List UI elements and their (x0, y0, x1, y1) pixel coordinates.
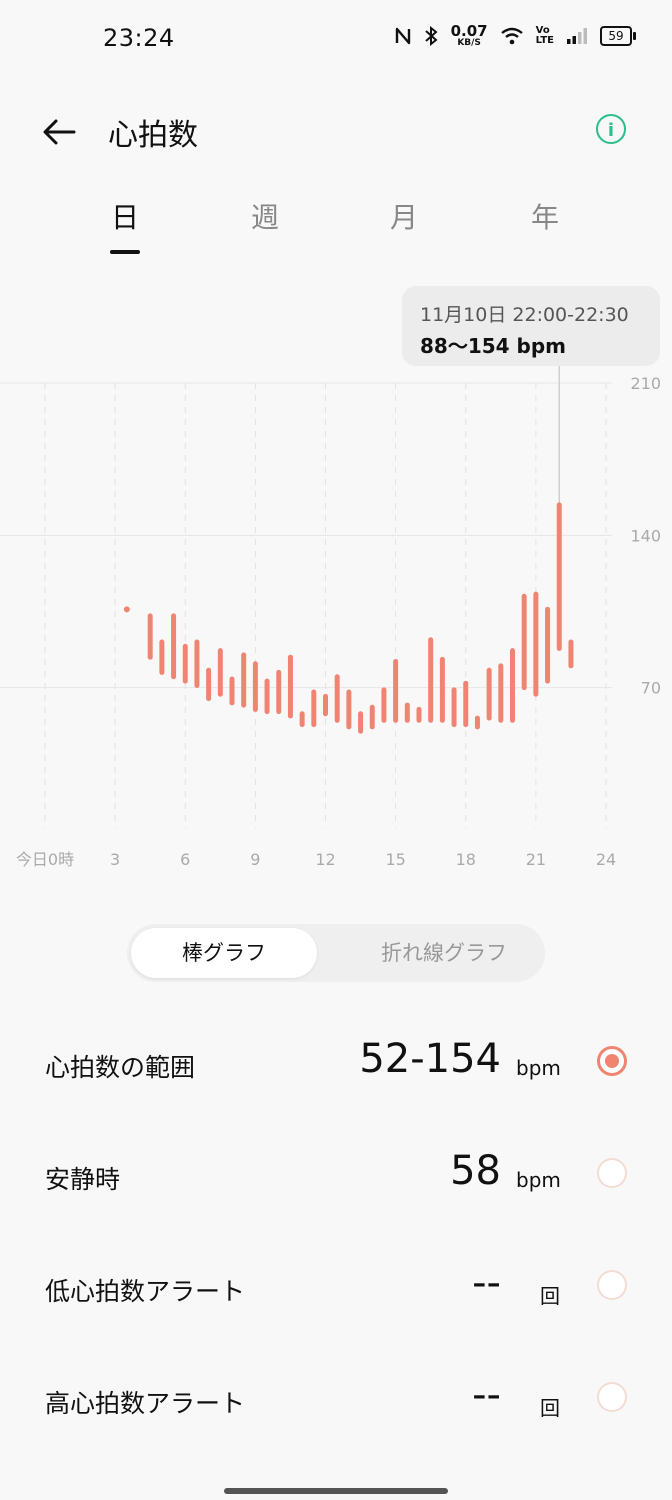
x-tick-label: 6 (180, 850, 190, 869)
metric-value: -- (472, 1372, 501, 1418)
tooltip-date-range: 11月10日 22:00-22:30 (420, 304, 629, 326)
metric-value: -- (472, 1260, 501, 1306)
y-tick-label: 140 (630, 526, 661, 545)
tab-week[interactable]: 週 (251, 196, 279, 236)
network-speed: 0.07 KB/S (450, 22, 488, 48)
info-button[interactable]: i (596, 114, 626, 144)
metric-row-high-alert[interactable]: 高心拍数アラート -- 回 (0, 1366, 672, 1446)
metric-unit: 回 (540, 1396, 560, 1420)
volte-icon: Vo LTE (535, 25, 554, 46)
x-tick-label: 18 (456, 850, 476, 869)
metric-label: 高心拍数アラート (45, 1389, 246, 1418)
back-button[interactable] (40, 112, 80, 152)
radio-button[interactable] (597, 1046, 627, 1076)
x-tick-label: 今日0時 (16, 850, 74, 869)
back-arrow-icon (43, 119, 76, 145)
radio-button[interactable] (597, 1382, 627, 1412)
x-tick-label: 24 (596, 850, 616, 869)
header: 心拍数 i (0, 100, 672, 160)
bar-chart-button[interactable]: 棒グラフ (131, 928, 317, 978)
x-tick-label: 12 (315, 850, 335, 869)
bluetooth-icon (424, 26, 438, 46)
nfc-icon (395, 27, 410, 45)
metric-row-range[interactable]: 心拍数の範囲 52-154 bpm (0, 1030, 672, 1110)
status-bar: 23:24 0.07 KB/S Vo LTE 59 (0, 0, 672, 80)
battery-icon: 59 (600, 26, 636, 46)
x-tick-label: 21 (526, 850, 546, 869)
metric-row-resting[interactable]: 安静時 58 bpm (0, 1142, 672, 1222)
status-icons: 0.07 KB/S Vo LTE 59 (395, 22, 636, 48)
metric-value: 58 (450, 1148, 501, 1194)
chart-point (123, 606, 130, 613)
y-tick-label: 70 (641, 679, 661, 698)
line-chart-button[interactable]: 折れ線グラフ (347, 928, 541, 978)
tab-month[interactable]: 月 (390, 196, 418, 236)
radio-button[interactable] (597, 1270, 627, 1300)
heart-rate-chart[interactable]: 210 140 70 今日0時 3 6 9 12 15 18 21 24 (0, 280, 672, 890)
tab-active-indicator (110, 250, 140, 254)
tab-year[interactable]: 年 (531, 196, 559, 236)
metric-value: 52-154 (359, 1036, 501, 1082)
tab-day[interactable]: 日 (111, 196, 139, 236)
info-icon: i (607, 120, 615, 141)
period-tabs: 日 週 月 年 (0, 196, 672, 266)
wifi-icon (500, 27, 523, 45)
metric-label: 安静時 (45, 1165, 121, 1194)
metric-unit: 回 (540, 1284, 560, 1308)
signal-icon (567, 28, 587, 44)
metric-row-low-alert[interactable]: 低心拍数アラート -- 回 (0, 1254, 672, 1334)
chart-tooltip: 11月10日 22:00-22:30 88〜154 bpm (402, 286, 660, 366)
x-tick-label: 15 (385, 850, 405, 869)
tooltip-value-range: 88〜154 bpm (420, 334, 567, 358)
page-title: 心拍数 (108, 118, 198, 153)
metric-unit: bpm (516, 1056, 561, 1080)
home-indicator[interactable] (224, 1488, 448, 1494)
metric-unit: bpm (516, 1168, 561, 1192)
x-tick-label: 9 (250, 850, 260, 869)
chart-type-toggle: 棒グラフ 折れ線グラフ (127, 924, 545, 982)
x-tick-label: 3 (110, 850, 120, 869)
metric-label: 低心拍数アラート (45, 1277, 246, 1306)
metric-label: 心拍数の範囲 (45, 1053, 196, 1082)
status-time: 23:24 (103, 24, 175, 52)
radio-button[interactable] (597, 1158, 627, 1188)
y-tick-label: 210 (630, 374, 661, 393)
